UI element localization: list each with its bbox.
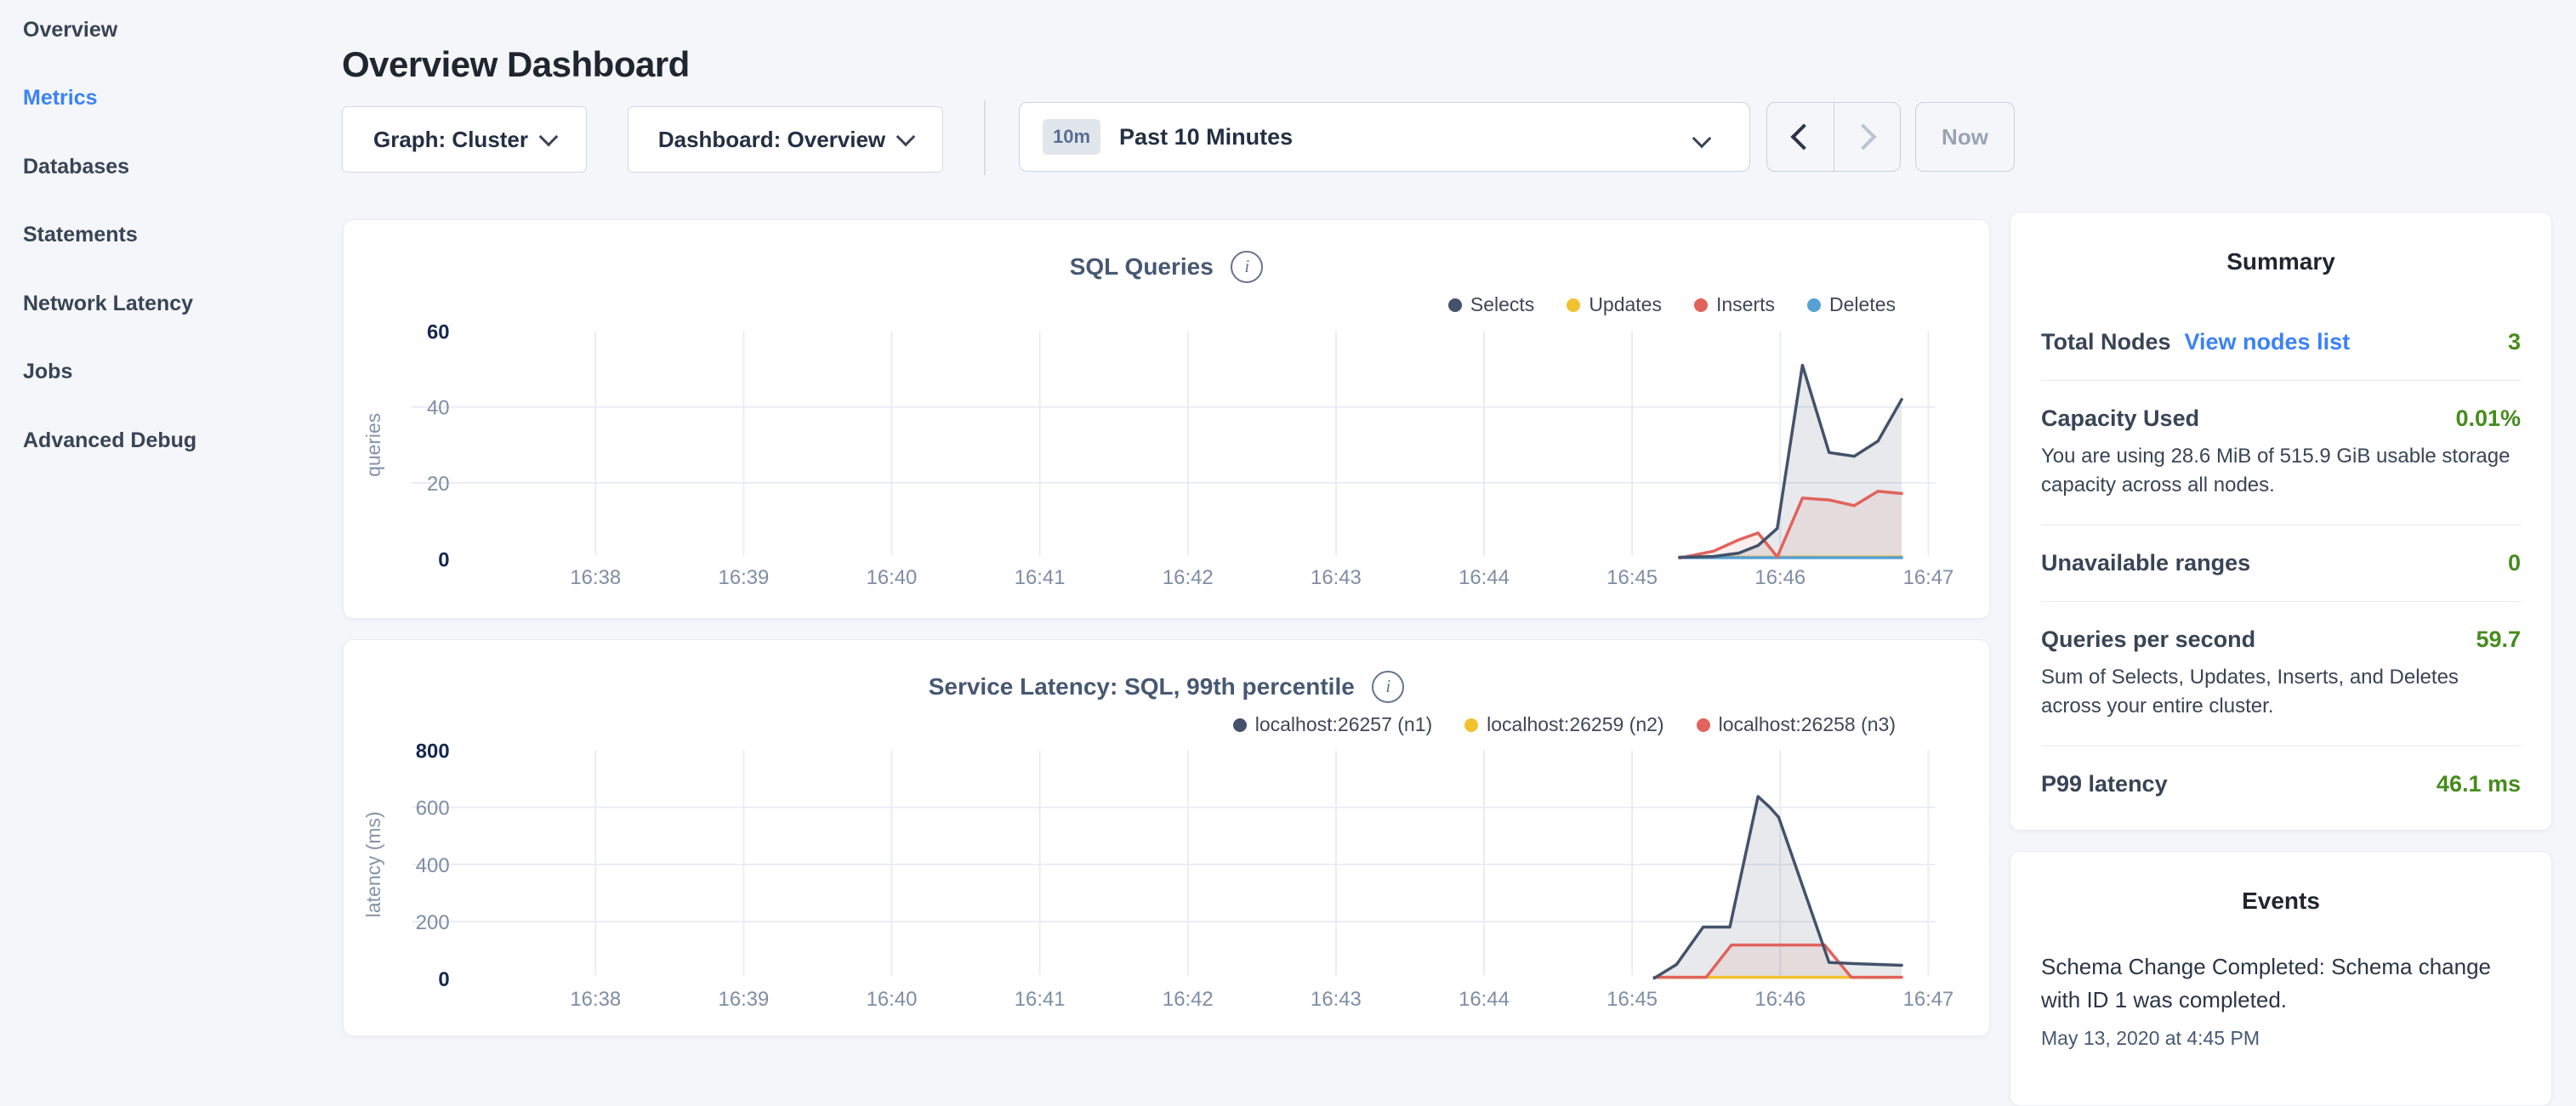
overview-dashboard-page: { "sidebar": { "items": [ {"label": "Ove… xyxy=(0,0,2576,1051)
sidebar-item-jobs[interactable]: Jobs xyxy=(23,343,312,402)
y-axis-label: latency (ms) xyxy=(362,812,384,918)
summary-row-total-nodes: Total Nodes View nodes list 3 xyxy=(2041,304,2521,381)
x-tick-label: 16:38 xyxy=(570,988,621,1011)
series-area xyxy=(1680,366,1902,559)
x-tick-label: 16:43 xyxy=(1311,566,1362,589)
x-tick-label: 16:46 xyxy=(1754,988,1805,1011)
chevron-right-icon xyxy=(1851,123,1877,150)
summary-label: Capacity Used xyxy=(2041,406,2199,432)
page-title: Overview Dashboard xyxy=(342,44,690,85)
x-tick-label: 16:39 xyxy=(719,988,770,1011)
x-tick-label: 16:47 xyxy=(1903,988,1954,1011)
events-title: Events xyxy=(2010,852,2551,915)
event-timestamp: May 13, 2020 at 4:45 PM xyxy=(2041,1027,2521,1050)
sql-queries-chart-card: SQL Queries i SelectsUpdatesInsertsDelet… xyxy=(343,219,1990,619)
time-range-label: Past 10 Minutes xyxy=(1119,124,1293,150)
sidebar-nav: Overview Metrics Databases Statements Ne… xyxy=(23,0,312,479)
summary-value: 0.01% xyxy=(2455,406,2521,432)
summary-note: Sum of Selects, Updates, Inserts, and De… xyxy=(2041,663,2521,721)
summary-panel: Summary Total Nodes View nodes list 3 Ca… xyxy=(2010,212,2552,831)
time-range-badge: 10m xyxy=(1043,119,1100,155)
events-panel: Events Schema Change Completed: Schema c… xyxy=(2010,851,2552,1106)
x-tick-label: 16:46 xyxy=(1754,566,1805,589)
sidebar-item-databases[interactable]: Databases xyxy=(23,137,312,196)
x-tick-label: 16:45 xyxy=(1606,566,1658,589)
service-latency-chart-card: Service Latency: SQL, 99th percentile i … xyxy=(343,639,1990,1036)
x-tick-label: 16:45 xyxy=(1606,988,1658,1011)
graph-dropdown[interactable]: Graph: Cluster xyxy=(342,106,587,173)
y-tick-label: 40 xyxy=(427,397,450,420)
sidebar-item-statements[interactable]: Statements xyxy=(23,206,312,265)
y-tick-label: 60 xyxy=(427,320,450,343)
y-tick-label: 800 xyxy=(416,740,450,763)
graph-dropdown-label: Graph: Cluster xyxy=(373,127,528,153)
chevron-left-icon xyxy=(1790,123,1817,150)
x-tick-label: 16:39 xyxy=(719,566,770,589)
sql-queries-plot[interactable]: 16:38 16:39 16:40 16:41 16:42 16:43 16:44 16:45… xyxy=(344,220,1989,618)
summary-row-queries-per-second: Queries per second 59.7 Sum of Selects, … xyxy=(2041,602,2521,746)
summary-row-unavailable-ranges: Unavailable ranges 0 xyxy=(2041,525,2521,602)
summary-row-p99-latency: P99 latency 46.1 ms xyxy=(2041,746,2521,822)
summary-note: You are using 28.6 MiB of 515.9 GiB usab… xyxy=(2041,442,2521,500)
sidebar-item-metrics[interactable]: Metrics xyxy=(23,69,312,128)
summary-value: 46.1 ms xyxy=(2437,771,2521,797)
y-tick-label: 600 xyxy=(416,797,450,820)
y-tick-label: 200 xyxy=(416,911,450,934)
summary-label: Queries per second xyxy=(2041,627,2255,653)
x-tick-label: 16:41 xyxy=(1015,988,1066,1011)
chevron-down-icon xyxy=(896,128,916,147)
x-tick-label: 16:40 xyxy=(867,988,918,1011)
x-tick-label: 16:47 xyxy=(1903,566,1954,589)
summary-row-capacity-used: Capacity Used 0.01% You are using 28.6 M… xyxy=(2041,381,2521,525)
dashboard-dropdown[interactable]: Dashboard: Overview xyxy=(628,106,943,173)
y-axis-label: queries xyxy=(362,413,384,477)
summary-value: 0 xyxy=(2508,550,2521,576)
x-tick-label: 16:38 xyxy=(570,566,621,589)
service-latency-plot[interactable]: 16:38 16:39 16:40 16:41 16:42 16:43 16:44 16:45… xyxy=(344,640,1989,1035)
step-back-button[interactable] xyxy=(1767,103,1834,171)
step-forward-button[interactable] xyxy=(1834,103,1901,171)
x-tick-label: 16:41 xyxy=(1015,566,1066,589)
x-tick-label: 16:42 xyxy=(1163,988,1214,1011)
chevron-down-icon xyxy=(539,128,559,147)
sidebar-item-advanced-debug[interactable]: Advanced Debug xyxy=(23,411,312,470)
y-tick-label: 0 xyxy=(438,548,449,571)
summary-label: Total Nodes xyxy=(2041,329,2171,355)
y-tick-label: 400 xyxy=(416,854,450,877)
summary-value: 59.7 xyxy=(2476,627,2521,653)
x-tick-label: 16:44 xyxy=(1459,988,1510,1011)
summary-rows: Total Nodes View nodes list 3 Capacity U… xyxy=(2041,304,2521,822)
series-area xyxy=(1654,797,1902,978)
summary-label: Unavailable ranges xyxy=(2041,550,2250,576)
x-tick-label: 16:44 xyxy=(1459,566,1510,589)
sidebar-item-network-latency[interactable]: Network Latency xyxy=(23,274,312,333)
x-tick-label: 16:42 xyxy=(1163,566,1214,589)
sidebar-item-overview[interactable]: Overview xyxy=(23,0,312,60)
x-tick-label: 16:40 xyxy=(867,566,918,589)
summary-title: Summary xyxy=(2010,213,2551,275)
event-text: Schema Change Completed: Schema change w… xyxy=(2041,950,2521,1017)
time-step-buttons xyxy=(1766,102,1901,172)
chevron-down-icon xyxy=(1692,129,1712,149)
dashboard-dropdown-label: Dashboard: Overview xyxy=(658,127,885,153)
y-tick-label: 20 xyxy=(427,473,450,496)
event-list-item[interactable]: Schema Change Completed: Schema change w… xyxy=(2041,950,2521,1050)
x-tick-label: 16:43 xyxy=(1311,988,1362,1011)
view-nodes-list-link[interactable]: View nodes list xyxy=(2185,329,2351,355)
summary-value: 3 xyxy=(2508,329,2521,355)
time-range-dropdown[interactable]: 10m Past 10 Minutes xyxy=(1019,102,1750,172)
controls-divider xyxy=(984,100,986,175)
summary-label: P99 latency xyxy=(2041,771,2168,797)
y-tick-label: 0 xyxy=(438,968,449,991)
now-button[interactable]: Now xyxy=(1915,102,2015,172)
